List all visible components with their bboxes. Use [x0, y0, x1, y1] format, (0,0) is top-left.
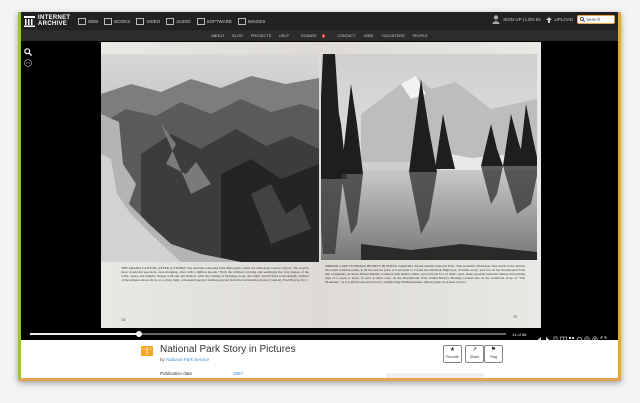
nav-projects[interactable]: PROJECTS — [251, 34, 271, 38]
right-caption: MIRROR LAKE IN INDIAN HENRY'S HUNTING GR… — [325, 264, 525, 284]
thumbnail-view-button[interactable] — [568, 330, 575, 342]
reader-controls: 14 of 88 — [21, 328, 618, 343]
page-slider-handle[interactable] — [136, 330, 143, 337]
reader-side-tools — [24, 43, 32, 67]
mirror-lake-photo — [321, 54, 537, 260]
publication-date-label: Publication date — [160, 371, 193, 376]
flag-button[interactable]: ⚑ Flag — [484, 345, 503, 363]
media-audio-label: AUDIO — [176, 18, 191, 24]
upload-label: UPLOAD — [554, 17, 573, 22]
search-box[interactable]: Search — [577, 15, 615, 24]
donate-heart-icon: ♥ — [321, 33, 326, 38]
user-avatar-icon[interactable] — [492, 15, 501, 24]
media-web[interactable]: WEB — [78, 17, 99, 25]
share-icon: ↗ — [471, 347, 478, 353]
mirror-lake-image — [321, 54, 537, 260]
share-label: Share — [469, 355, 480, 359]
more-options-button[interactable] — [24, 54, 32, 67]
right-page-number: 15 — [513, 314, 517, 319]
details-side-panel — [386, 373, 484, 378]
media-images-label: IMAGES — [247, 18, 266, 24]
media-software[interactable]: SOFTWARE — [196, 17, 232, 25]
fullscreen-button[interactable] — [600, 330, 607, 343]
search-icon — [580, 17, 585, 22]
nav-people[interactable]: PEOPLE — [413, 34, 428, 38]
left-page-number: 14 — [121, 317, 125, 322]
one-page-view-button[interactable] — [552, 330, 559, 343]
archive-building-icon — [24, 15, 35, 27]
zoom-out-button[interactable] — [584, 330, 591, 343]
search-inside-button[interactable] — [24, 43, 32, 56]
audio-icon — [166, 17, 175, 25]
images-icon — [237, 17, 246, 25]
nav-about[interactable]: ABOUT — [211, 34, 224, 38]
left-caption: THE GRAND CANYON, AFTER A STORM. The Aut… — [121, 266, 309, 282]
author-link[interactable]: National Park Service — [166, 357, 209, 362]
top-right-actions: SIGN UP | LOG IN UPLOAD Search — [492, 15, 615, 24]
next-page-button[interactable] — [544, 330, 551, 342]
reader-control-icons — [536, 330, 608, 343]
item-title: National Park Story in Pictures — [160, 344, 296, 355]
page-slider-fill — [30, 333, 140, 335]
two-page-view-button[interactable] — [560, 330, 567, 343]
upload-button[interactable]: UPLOAD — [546, 16, 573, 23]
media-software-label: SOFTWARE — [206, 18, 232, 24]
zoom-in-button[interactable] — [592, 330, 599, 343]
flag-label: Flag — [490, 355, 497, 359]
left-page[interactable]: THE GRAND CANYON, AFTER A STORM. The Aut… — [101, 42, 319, 328]
media-video[interactable]: VIDEO — [136, 17, 161, 25]
top-navigation-bar: INTERNET ARCHIVE WEB BOOKS VIDEO AUDIO S… — [21, 12, 618, 30]
share-button[interactable]: ↗ Share — [465, 345, 484, 363]
nav-volunteer[interactable]: VOLUNTEER — [381, 34, 404, 38]
media-web-label: WEB — [88, 18, 99, 24]
grand-canyon-photo — [101, 54, 319, 262]
page-slider[interactable] — [30, 330, 506, 337]
nav-blog[interactable]: BLOG — [232, 34, 243, 38]
nav-help[interactable]: HELP — [279, 34, 289, 38]
page-count: 14 of 88 — [512, 331, 527, 337]
media-video-label: VIDEO — [146, 18, 161, 24]
flag-icon: ⚑ — [490, 347, 497, 353]
logo-text: INTERNET ARCHIVE — [38, 15, 71, 27]
previous-page-button[interactable] — [536, 330, 543, 342]
item-details: National Park Story in Pictures by Natio… — [21, 340, 618, 378]
by-label: by — [160, 357, 165, 362]
software-icon — [196, 17, 205, 25]
favorite-icon: ★ — [449, 347, 456, 353]
favorite-label: Favorite — [446, 355, 459, 359]
nav-donate[interactable]: DONATE ♥ — [297, 33, 329, 38]
video-icon — [136, 17, 145, 25]
book-reader-spread[interactable]: THE GRAND CANYON, AFTER A STORM. The Aut… — [101, 42, 541, 328]
secondary-nav: ABOUT BLOG PROJECTS HELP DONATE ♥ CONTACT… — [21, 30, 618, 41]
nav-contact[interactable]: CONTACT — [337, 34, 355, 38]
publication-date-value[interactable]: 1957 — [233, 371, 243, 376]
read-aloud-button[interactable] — [576, 330, 583, 343]
media-images[interactable]: IMAGES — [237, 17, 266, 25]
right-page[interactable]: MIRROR LAKE IN INDIAN HENRY'S HUNTING GR… — [319, 42, 541, 328]
book-icon — [141, 346, 153, 356]
item-byline: by National Park Service — [160, 357, 209, 362]
nav-jobs[interactable]: JOBS — [363, 34, 373, 38]
search-input[interactable]: Search — [586, 17, 600, 22]
ellipsis-icon — [24, 59, 32, 67]
books-icon — [104, 17, 113, 25]
upload-icon — [546, 16, 553, 23]
web-icon — [78, 17, 86, 25]
media-audio[interactable]: AUDIO — [166, 17, 191, 25]
sign-up-log-in-link[interactable]: SIGN UP | LOG IN — [503, 17, 540, 22]
favorite-button[interactable]: ★ Favorite — [443, 345, 462, 363]
internet-archive-logo[interactable]: INTERNET ARCHIVE — [24, 15, 72, 27]
nav-donate-label: DONATE — [301, 33, 317, 38]
grand-canyon-image — [101, 54, 319, 262]
media-books[interactable]: BOOKS — [104, 17, 131, 25]
media-books-label: BOOKS — [114, 18, 131, 24]
browser-frame: INTERNET ARCHIVE WEB BOOKS VIDEO AUDIO S… — [18, 12, 621, 381]
